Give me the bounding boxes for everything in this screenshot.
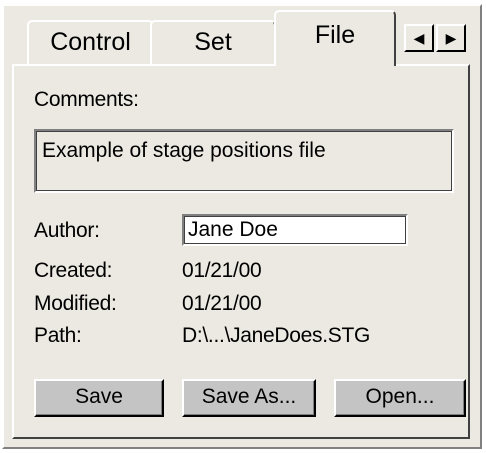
comments-textarea[interactable]: Example of stage positions file — [34, 129, 454, 193]
tab-set[interactable]: Set — [150, 20, 276, 64]
path-value: D:\...\JaneDoes.STG — [182, 324, 371, 347]
tab-scroll-left-button[interactable]: ◀ — [404, 24, 434, 52]
modified-label: Modified: — [34, 292, 117, 315]
tab-set-label: Set — [194, 28, 232, 56]
tab-control-label: Control — [50, 28, 131, 56]
save-as-button-label: Save As... — [201, 385, 297, 408]
tab-file[interactable]: File — [274, 10, 396, 66]
save-as-button[interactable]: Save As... — [182, 379, 316, 417]
author-input[interactable]: Jane Doe — [182, 214, 408, 246]
tab-file-label: File — [314, 21, 356, 49]
open-button-label: Open... — [365, 385, 435, 408]
modified-value: 01/21/00 — [182, 292, 262, 315]
arrow-left-icon: ◀ — [413, 30, 425, 46]
created-value: 01/21/00 — [182, 259, 262, 282]
open-button[interactable]: Open... — [334, 379, 466, 417]
path-label: Path: — [34, 324, 82, 347]
save-button-label: Save — [75, 385, 123, 408]
created-label: Created: — [34, 259, 113, 282]
comments-label: Comments: — [34, 88, 139, 111]
file-tab-panel: Comments: Example of stage positions fil… — [12, 64, 470, 439]
arrow-right-icon: ▶ — [445, 30, 457, 46]
save-button[interactable]: Save — [34, 379, 164, 417]
author-label: Author: — [34, 219, 100, 242]
window-frame: Control Set File ◀ ▶ Comments: Example o… — [0, 0, 486, 453]
tab-control[interactable]: Control — [27, 20, 154, 64]
tab-scroll-right-button[interactable]: ▶ — [436, 24, 466, 52]
